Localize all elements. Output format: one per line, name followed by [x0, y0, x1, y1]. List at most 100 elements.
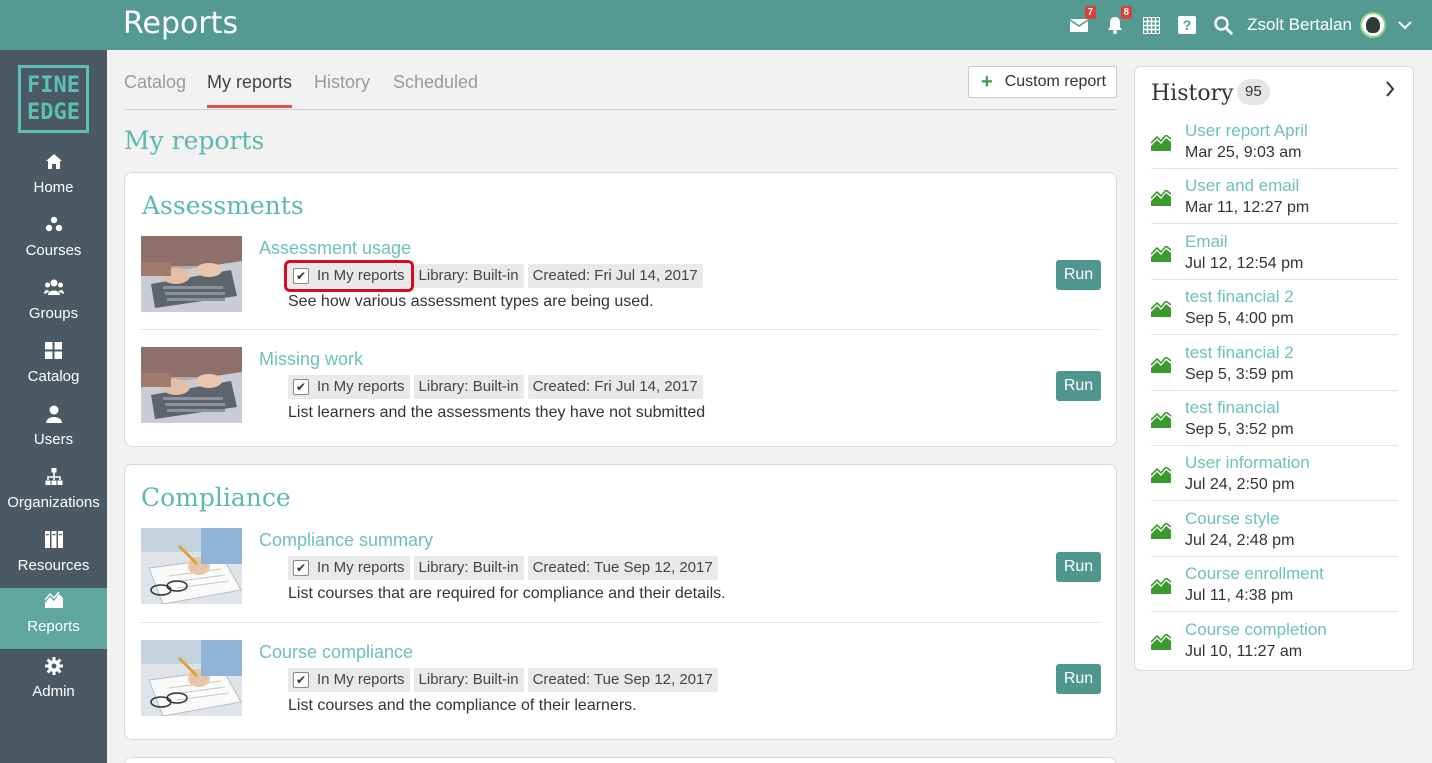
run-button[interactable]: Run	[1056, 260, 1101, 290]
chevron-down-icon[interactable]	[1398, 17, 1412, 33]
groups-icon	[0, 279, 107, 301]
history-item-name[interactable]: Course completion	[1185, 620, 1327, 640]
history-item-name[interactable]: test financial 2	[1185, 287, 1294, 307]
report-chart-icon	[1150, 133, 1172, 151]
history-item-name[interactable]: Email	[1185, 232, 1228, 252]
library-tag: Library: Built-in	[413, 556, 524, 580]
run-button[interactable]: Run	[1056, 552, 1101, 582]
report-thumbnail-writing	[141, 640, 242, 716]
section-title: My reports	[124, 126, 265, 155]
report-chart-icon	[1150, 244, 1172, 262]
divider	[141, 622, 1101, 623]
created-tag: Created: Tue Sep 12, 2017	[527, 668, 718, 692]
chevron-right-icon[interactable]	[1385, 80, 1395, 103]
sidebar-item-organizations[interactable]: Organizations	[0, 464, 107, 525]
report-category-card: Compliance Compliance summary ✔ In My rep…	[124, 464, 1117, 740]
history-item: Course completion Jul 10, 11:27 am	[1150, 620, 1398, 675]
logo[interactable]: FINE EDGE	[18, 65, 89, 133]
gear-icon	[0, 657, 107, 679]
in-my-reports-checkbox[interactable]: ✔ In My reports	[288, 375, 410, 399]
history-item-date: Jul 11, 4:38 pm	[1185, 587, 1294, 605]
history-item-date: Jul 12, 12:54 pm	[1185, 254, 1304, 272]
sidebar: FINE EDGE Home Courses Groups Catalog Us…	[0, 50, 107, 763]
divider	[1151, 223, 1398, 225]
created-tag: Created: Fri Jul 14, 2017	[527, 264, 703, 288]
report-tags: ✔ In My reports Library: Built-in Created…	[288, 668, 718, 692]
report-chart-icon	[1150, 189, 1172, 207]
divider	[1151, 500, 1398, 502]
library-tag: Library: Built-in	[413, 375, 524, 399]
report-description: List courses that are required for compl…	[288, 585, 726, 602]
users-icon	[0, 405, 107, 427]
divider	[1151, 389, 1398, 391]
top-icons: 7 8 ? Zsolt Bertalan	[1061, 0, 1412, 50]
report-thumbnail-laptop	[141, 347, 242, 423]
category-title: Assessments	[142, 191, 304, 220]
avatar[interactable]	[1360, 12, 1386, 38]
report-chart-icon	[1150, 521, 1172, 539]
organizations-icon	[0, 468, 107, 490]
library-tag: Library: Built-in	[413, 668, 524, 692]
in-my-reports-checkbox[interactable]: ✔ In My reports	[284, 260, 414, 292]
sidebar-item-reports[interactable]: Reports	[0, 588, 107, 649]
bell-badge: 8	[1120, 6, 1133, 19]
history-item-name[interactable]: test financial 2	[1185, 343, 1294, 363]
in-my-reports-checkbox[interactable]: ✔ In My reports	[288, 668, 410, 692]
report-item: Missing work ✔ In My reports Library: Bui…	[141, 347, 1101, 423]
report-name-link[interactable]: Assessment usage	[259, 238, 411, 259]
report-item: Course compliance ✔ In My reports Library…	[141, 640, 1101, 716]
bell-icon[interactable]: 8	[1097, 0, 1133, 50]
checkmark-icon: ✔	[293, 379, 309, 395]
history-item-name[interactable]: User information	[1185, 453, 1310, 473]
history-item-name[interactable]: Course enrollment	[1185, 564, 1324, 584]
tab-catalog[interactable]: Catalog	[124, 72, 186, 107]
help-icon[interactable]: ?	[1169, 0, 1205, 50]
report-name-link[interactable]: Compliance summary	[259, 530, 433, 551]
in-my-reports-checkbox[interactable]: ✔ In My reports	[288, 556, 410, 580]
report-tabs: Catalog My reports History Scheduled + C…	[124, 56, 1117, 110]
sidebar-item-home[interactable]: Home	[0, 149, 107, 210]
history-item-name[interactable]: test financial	[1185, 398, 1280, 418]
checkmark-icon: ✔	[293, 560, 309, 576]
report-tags: ✔ In My reports Library: Built-in Created…	[288, 375, 703, 399]
courses-icon	[0, 216, 107, 238]
sidebar-item-groups[interactable]: Groups	[0, 275, 107, 336]
sidebar-item-users[interactable]: Users	[0, 401, 107, 462]
search-icon[interactable]	[1205, 0, 1241, 50]
library-tag: Library: Built-in	[413, 264, 524, 288]
history-item-date: Jul 10, 11:27 am	[1185, 642, 1303, 660]
mail-icon[interactable]: 7	[1061, 0, 1097, 50]
history-item-date: Jul 24, 2:50 pm	[1185, 476, 1295, 494]
report-name-link[interactable]: Course compliance	[259, 642, 413, 663]
sidebar-item-catalog[interactable]: Catalog	[0, 338, 107, 399]
calendar-icon[interactable]	[1133, 0, 1169, 50]
history-item-name[interactable]: Course style	[1185, 509, 1279, 529]
history-item-name[interactable]: User and email	[1185, 176, 1299, 196]
history-item-date: Sep 5, 4:00 pm	[1185, 310, 1294, 328]
report-tags: ✔ In My reports Library: Built-in Created…	[288, 556, 718, 580]
tab-my-reports[interactable]: My reports	[207, 72, 293, 108]
sidebar-item-courses[interactable]: Courses	[0, 212, 107, 273]
report-thumbnail-writing	[141, 528, 242, 604]
report-name-link[interactable]: Missing work	[259, 349, 363, 370]
history-title: History	[1151, 81, 1234, 106]
run-button[interactable]: Run	[1056, 371, 1101, 401]
history-item-name[interactable]: User report April	[1185, 121, 1308, 141]
divider	[141, 329, 1101, 330]
resources-icon	[0, 531, 107, 553]
custom-report-button[interactable]: + Custom report	[968, 66, 1117, 98]
tab-history[interactable]: History	[314, 72, 370, 107]
sidebar-item-resources[interactable]: Resources	[0, 527, 107, 588]
tab-scheduled[interactable]: Scheduled	[393, 72, 478, 107]
category-title: Compliance	[141, 483, 291, 512]
run-button[interactable]: Run	[1056, 664, 1101, 694]
created-tag: Created: Fri Jul 14, 2017	[527, 375, 703, 399]
sidebar-item-admin[interactable]: Admin	[0, 653, 107, 714]
report-category-card: Assessments Assessment usage ✔ In My repo…	[124, 172, 1117, 447]
user-name[interactable]: Zsolt Bertalan	[1247, 15, 1352, 35]
divider	[1151, 611, 1398, 613]
catalog-icon	[0, 342, 107, 364]
report-chart-icon	[1150, 410, 1172, 428]
plus-icon: +	[981, 71, 993, 93]
home-icon	[0, 153, 107, 175]
